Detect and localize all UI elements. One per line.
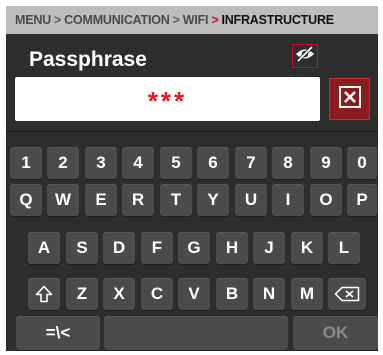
toggle-visibility-button[interactable] (292, 44, 318, 68)
key-8[interactable]: 8 (272, 147, 304, 179)
key-n[interactable]: N (253, 278, 285, 310)
key-h[interactable]: H (216, 232, 248, 264)
key-v[interactable]: V (178, 278, 210, 310)
key-b[interactable]: B (216, 278, 248, 310)
key-f[interactable]: F (141, 232, 173, 264)
key-c[interactable]: C (141, 278, 173, 310)
key-w[interactable]: W (47, 184, 79, 216)
key-u[interactable]: U (235, 184, 267, 216)
breadcrumb-item-menu[interactable]: MENU (15, 13, 51, 27)
breadcrumb-item-communication[interactable]: COMMUNICATION (64, 13, 170, 27)
key-j[interactable]: J (253, 232, 285, 264)
key-k[interactable]: K (291, 232, 323, 264)
key-x[interactable]: X (103, 278, 135, 310)
breadcrumb-separator-active: > (211, 13, 219, 27)
key-z[interactable]: Z (66, 278, 98, 310)
key-g[interactable]: G (178, 232, 210, 264)
key-r[interactable]: R (122, 184, 154, 216)
clear-x-icon (338, 85, 361, 113)
clear-button[interactable] (329, 78, 370, 120)
key-e[interactable]: E (85, 184, 117, 216)
backspace-key[interactable] (328, 278, 366, 310)
key-d[interactable]: D (103, 232, 135, 264)
key-l[interactable]: L (328, 232, 360, 264)
key-3[interactable]: 3 (85, 147, 117, 179)
field-title: Passphrase (29, 48, 147, 71)
breadcrumb-item-wifi[interactable]: WIFI (183, 13, 209, 27)
symbols-key[interactable]: =\< (16, 316, 100, 350)
key-6[interactable]: 6 (197, 147, 229, 179)
breadcrumb-current: INFRASTRUCTURE (221, 13, 334, 27)
shift-arrow-icon (35, 285, 53, 303)
key-s[interactable]: S (66, 232, 98, 264)
key-i[interactable]: I (272, 184, 304, 216)
ok-button[interactable]: OK (293, 316, 378, 350)
key-0[interactable]: 0 (347, 147, 377, 179)
breadcrumb-separator: > (54, 13, 62, 27)
key-q[interactable]: Q (10, 184, 42, 216)
shift-key[interactable] (28, 278, 60, 310)
eye-off-icon (295, 45, 315, 67)
key-9[interactable]: 9 (310, 147, 342, 179)
key-y[interactable]: Y (197, 184, 229, 216)
space-key[interactable] (104, 316, 288, 350)
key-m[interactable]: M (291, 278, 323, 310)
key-7[interactable]: 7 (235, 147, 267, 179)
key-1[interactable]: 1 (10, 147, 42, 179)
breadcrumb-inner: MENU > COMMUNICATION > WIFI > INFRASTRUC… (6, 13, 334, 27)
key-4[interactable]: 4 (122, 147, 154, 179)
divider (6, 131, 378, 132)
key-5[interactable]: 5 (160, 147, 192, 179)
breadcrumb: MENU > COMMUNICATION > WIFI > INFRASTRUC… (6, 6, 378, 34)
passphrase-input[interactable]: *** (15, 77, 320, 121)
key-t[interactable]: T (160, 184, 192, 216)
app-frame: MENU > COMMUNICATION > WIFI > INFRASTRUC… (6, 6, 378, 351)
key-p[interactable]: P (347, 184, 377, 216)
key-2[interactable]: 2 (47, 147, 79, 179)
backspace-icon (334, 286, 360, 302)
key-a[interactable]: A (28, 232, 60, 264)
key-o[interactable]: O (310, 184, 342, 216)
breadcrumb-separator: > (172, 13, 180, 27)
